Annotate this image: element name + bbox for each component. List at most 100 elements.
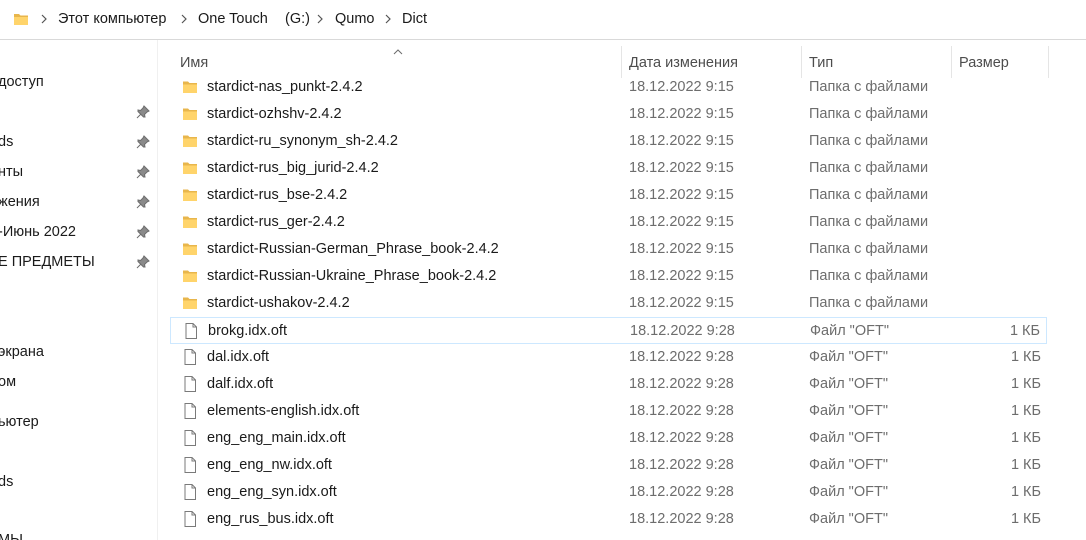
folder-row[interactable]: stardict-rus_ger-2.4.2 18.12.2022 9:15 Пап… bbox=[170, 209, 1047, 236]
folder-icon bbox=[182, 295, 198, 311]
folder-icon bbox=[182, 133, 198, 149]
folder-icon bbox=[182, 241, 198, 257]
nav-item-label: нты bbox=[0, 164, 24, 180]
file-size: 1 КБ bbox=[1009, 323, 1040, 339]
folder-icon bbox=[182, 187, 198, 203]
file-date-modified: 18.12.2022 9:28 bbox=[629, 403, 734, 419]
file-row[interactable]: dal.idx.oft 18.12.2022 9:28 Файл "OFT" 1 КБ bbox=[170, 344, 1047, 371]
pin-icon[interactable] bbox=[136, 105, 150, 119]
folder-icon bbox=[182, 214, 198, 230]
file-date-modified: 18.12.2022 9:15 bbox=[629, 187, 734, 203]
file-type: Файл "OFT" bbox=[809, 484, 888, 500]
pin-icon[interactable] bbox=[136, 135, 150, 149]
file-name: dal.idx.oft bbox=[207, 349, 270, 365]
pane-splitter[interactable] bbox=[157, 40, 158, 540]
file-type: Файл "OFT" bbox=[809, 403, 888, 419]
file-type: Папка с файлами bbox=[809, 79, 929, 95]
pin-icon[interactable] bbox=[136, 225, 150, 239]
breadcrumb-this-computer[interactable]: Этот компьютер bbox=[58, 11, 166, 27]
nav-item-downloads[interactable]: ds bbox=[0, 132, 157, 154]
file-row[interactable]: eng_eng_nw.idx.oft 18.12.2022 9:28 Файл "O… bbox=[170, 452, 1047, 479]
nav-item-label: экрана bbox=[0, 344, 44, 360]
nav-item-label: -Июнь 2022 bbox=[0, 224, 76, 240]
navigation-pane[interactable]: доступ ds нты жения -Июнь 2022 Е ПРЕДМЕТ… bbox=[0, 40, 157, 540]
folder-row[interactable]: stardict-Russian-Ukraine_Phrase_book-2.4… bbox=[170, 263, 1047, 290]
nav-item-pinned[interactable] bbox=[0, 102, 157, 124]
file-row[interactable]: eng_eng_syn.idx.oft 18.12.2022 9:28 Файл "… bbox=[170, 479, 1047, 506]
file-type: Файл "OFT" bbox=[809, 511, 888, 527]
file-icon bbox=[182, 349, 198, 365]
file-date-modified: 18.12.2022 9:15 bbox=[629, 106, 734, 122]
file-type: Папка с файлами bbox=[809, 268, 929, 284]
file-name: stardict-ru_synonym_sh-2.4.2 bbox=[207, 133, 398, 149]
nav-item-label: ds bbox=[0, 134, 14, 150]
address-bar[interactable]: Этот компьютер One Touch (G:) Qumo Dict bbox=[0, 0, 1086, 40]
nav-item-label: жения bbox=[0, 194, 40, 210]
folder-row[interactable]: stardict-ushakov-2.4.2 18.12.2022 9:15 Пап… bbox=[170, 290, 1047, 317]
folder-row[interactable]: stardict-Russian-German_Phrase_book-2.4.… bbox=[170, 236, 1047, 263]
chevron-right-icon[interactable] bbox=[180, 13, 188, 25]
file-name: eng_eng_nw.idx.oft bbox=[207, 457, 332, 473]
file-row[interactable]: elements-english.idx.oft 18.12.2022 9:28 Ф… bbox=[170, 398, 1047, 425]
nav-item-pictures[interactable]: жения bbox=[0, 192, 157, 214]
nav-item-june-2022[interactable]: -Июнь 2022 bbox=[0, 222, 157, 244]
file-date-modified: 18.12.2022 9:15 bbox=[629, 214, 734, 230]
file-type: Папка с файлами bbox=[809, 106, 929, 122]
nav-item-documents[interactable]: нты bbox=[0, 162, 157, 184]
nav-item-this-computer[interactable]: ьютер bbox=[0, 412, 157, 434]
nav-item-home[interactable]: ом bbox=[0, 372, 157, 394]
breadcrumb-dict[interactable]: Dict bbox=[402, 11, 427, 27]
folder-row[interactable]: stardict-rus_big_jurid-2.4.2 18.12.2022 9… bbox=[170, 155, 1047, 182]
folder-icon bbox=[182, 268, 198, 284]
file-name: dalf.idx.oft bbox=[207, 376, 274, 392]
folder-row[interactable]: stardict-nas_punkt-2.4.2 18.12.2022 9:15 П… bbox=[170, 74, 1047, 101]
file-name: elements-english.idx.oft bbox=[207, 403, 360, 419]
file-name: brokg.idx.oft bbox=[208, 323, 287, 339]
pin-icon[interactable] bbox=[136, 195, 150, 209]
chevron-right-icon[interactable] bbox=[384, 13, 392, 25]
file-name: stardict-nas_punkt-2.4.2 bbox=[207, 79, 363, 95]
pin-icon[interactable] bbox=[136, 255, 150, 269]
file-name: stardict-ushakov-2.4.2 bbox=[207, 295, 350, 311]
chevron-right-icon[interactable] bbox=[40, 13, 48, 25]
file-date-modified: 18.12.2022 9:28 bbox=[630, 323, 735, 339]
file-name: stardict-rus_big_jurid-2.4.2 bbox=[207, 160, 379, 176]
pin-icon[interactable] bbox=[136, 165, 150, 179]
file-row[interactable]: dalf.idx.oft 18.12.2022 9:28 Файл "OFT" 1 К… bbox=[170, 371, 1047, 398]
nav-item-quick-access[interactable]: доступ bbox=[0, 72, 157, 94]
file-size: 1 КБ bbox=[1010, 457, 1041, 473]
nav-item-label: ом bbox=[0, 374, 17, 390]
file-type: Файл "OFT" bbox=[809, 430, 888, 446]
column-divider[interactable] bbox=[1048, 46, 1049, 78]
nav-item-label: МЫ bbox=[0, 532, 23, 540]
nav-item-label: Е ПРЕДМЕТЫ bbox=[0, 254, 95, 270]
breadcrumb-drive-letter[interactable]: (G:) bbox=[285, 11, 310, 27]
file-name: stardict-ozhshv-2.4.2 bbox=[207, 106, 342, 122]
file-type: Папка с файлами bbox=[809, 133, 929, 149]
breadcrumb-drive-name[interactable]: One Touch bbox=[198, 11, 268, 27]
file-date-modified: 18.12.2022 9:15 bbox=[629, 79, 734, 95]
chevron-right-icon[interactable] bbox=[316, 13, 324, 25]
file-row[interactable]: eng_rus_bus.idx.oft 18.12.2022 9:28 Файл "… bbox=[170, 506, 1047, 533]
file-row[interactable]: eng_eng_main.idx.oft 18.12.2022 9:28 Файл … bbox=[170, 425, 1047, 452]
nav-item-items[interactable]: Е ПРЕДМЕТЫ bbox=[0, 252, 157, 274]
file-name: eng_eng_syn.idx.oft bbox=[207, 484, 337, 500]
folder-icon bbox=[182, 160, 198, 176]
file-size: 1 КБ bbox=[1010, 511, 1041, 527]
nav-item-downloads-2[interactable]: ds bbox=[0, 472, 157, 494]
folder-row[interactable]: stardict-ozhshv-2.4.2 18.12.2022 9:15 Папк… bbox=[170, 101, 1047, 128]
nav-item-cut-off[interactable]: МЫ bbox=[0, 530, 157, 540]
file-name: eng_eng_main.idx.oft bbox=[207, 430, 346, 446]
folder-row[interactable]: stardict-rus_bse-2.4.2 18.12.2022 9:15 Пап… bbox=[170, 182, 1047, 209]
file-icon bbox=[183, 323, 199, 339]
file-date-modified: 18.12.2022 9:15 bbox=[629, 160, 734, 176]
file-date-modified: 18.12.2022 9:15 bbox=[629, 133, 734, 149]
folder-icon bbox=[13, 11, 29, 27]
file-row[interactable]: brokg.idx.oft 18.12.2022 9:28 Файл "OFT" 1 … bbox=[170, 317, 1047, 344]
file-date-modified: 18.12.2022 9:15 bbox=[629, 241, 734, 257]
folder-row[interactable]: stardict-ru_synonym_sh-2.4.2 18.12.2022 9… bbox=[170, 128, 1047, 155]
file-date-modified: 18.12.2022 9:15 bbox=[629, 295, 734, 311]
breadcrumb-qumo[interactable]: Qumo bbox=[335, 11, 375, 27]
nav-item-screenshots[interactable]: экрана bbox=[0, 342, 157, 364]
folder-icon bbox=[182, 106, 198, 122]
